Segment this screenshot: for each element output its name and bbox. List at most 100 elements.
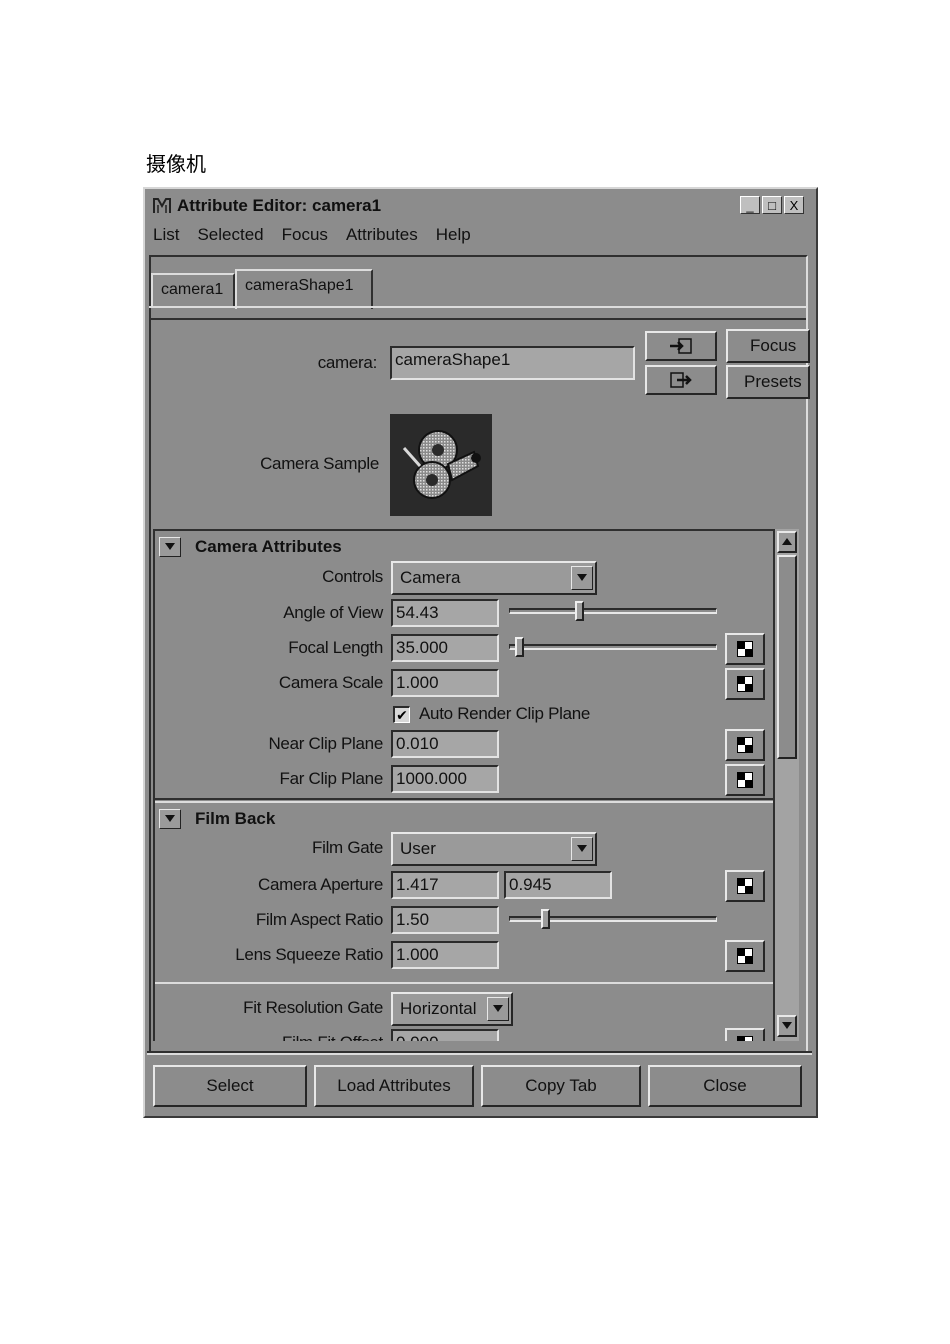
film-fit-offset-label: Film Fit Offset	[175, 1033, 383, 1041]
window-title: Attribute Editor: camera1	[177, 196, 382, 215]
far-clip-label: Far Clip Plane	[279, 769, 383, 788]
maya-logo-icon	[151, 196, 173, 216]
camera-scale-label: Camera Scale	[278, 673, 383, 692]
camera-name-label: camera:	[317, 353, 378, 372]
slider-thumb[interactable]	[515, 637, 524, 657]
collapse-arrow-icon[interactable]	[159, 537, 181, 557]
scroll-up-button[interactable]	[777, 531, 797, 553]
output-connection-icon	[670, 372, 692, 388]
tab-camera1[interactable]: camera1	[151, 273, 235, 306]
focal-length-field[interactable]: 35.000	[391, 634, 499, 662]
copy-tab-label: Copy Tab	[525, 1076, 597, 1095]
select-output-button[interactable]	[645, 365, 717, 395]
tab-camerashape1[interactable]: cameraShape1	[235, 269, 373, 309]
camera-name-field[interactable]: cameraShape1	[390, 346, 635, 380]
close-button-label: Close	[703, 1076, 747, 1095]
camera-aperture-x-field[interactable]: 1.417	[391, 871, 499, 899]
menu-attributes[interactable]: Attributes	[346, 225, 418, 247]
far-clip-map-button[interactable]	[725, 764, 765, 796]
load-attributes-label: Load Attributes	[337, 1076, 451, 1095]
minimize-icon: _	[746, 197, 754, 213]
maximize-icon: □	[768, 197, 776, 213]
film-gate-dropdown[interactable]: User	[391, 832, 597, 866]
lens-squeeze-ratio-map-button[interactable]	[725, 940, 765, 972]
film-aspect-ratio-field[interactable]: 1.50	[391, 906, 499, 934]
collapse-arrow-icon[interactable]	[159, 809, 181, 829]
dropdown-value: Camera	[400, 568, 461, 587]
menu-selected[interactable]: Selected	[197, 225, 263, 247]
presets-button-label: Presets	[744, 372, 802, 391]
chevron-down-icon	[571, 837, 593, 861]
auto-render-clip-checkbox[interactable]: ✔	[393, 706, 410, 723]
section-divider	[155, 801, 775, 803]
focal-length-slider[interactable]	[509, 637, 717, 657]
tab-label: cameraShape1	[245, 277, 354, 294]
minimize-button[interactable]: _	[740, 196, 760, 214]
film-fit-offset-field[interactable]: 0.000	[391, 1029, 499, 1041]
chevron-down-icon	[487, 997, 509, 1021]
checkmark-icon: ✔	[396, 706, 408, 723]
film-back-header[interactable]: Film Back	[157, 805, 275, 833]
title-bar[interactable]: Attribute Editor: camera1 _ □ X	[145, 189, 816, 223]
dropdown-value: User	[400, 839, 436, 858]
button-bar-divider	[147, 1051, 812, 1055]
film-aspect-ratio-slider[interactable]	[509, 909, 717, 929]
far-clip-field[interactable]: 1000.000	[391, 765, 499, 793]
film-aspect-ratio-label: Film Aspect Ratio	[255, 910, 383, 929]
section-divider	[155, 982, 775, 984]
camera-scale-field[interactable]: 1.000	[391, 669, 499, 697]
lens-squeeze-ratio-label: Lens Squeeze Ratio	[235, 945, 383, 964]
texture-map-icon	[737, 1036, 753, 1041]
slider-thumb[interactable]	[575, 601, 584, 621]
texture-map-icon	[737, 948, 753, 964]
film-fit-offset-map-button[interactable]	[725, 1028, 765, 1041]
camera-aperture-map-button[interactable]	[725, 870, 765, 902]
load-attributes-button[interactable]: Load Attributes	[314, 1065, 474, 1107]
menu-bar: List Selected Focus Attributes Help	[153, 225, 489, 247]
focus-button[interactable]: Focus	[726, 329, 810, 363]
vertical-scrollbar[interactable]	[773, 529, 799, 1041]
focus-button-label: Focus	[750, 336, 797, 355]
controls-label: Controls	[322, 567, 383, 586]
film-gate-label: Film Gate	[312, 838, 383, 857]
camera-sample-image	[390, 414, 492, 516]
angle-of-view-label: Angle of View	[283, 603, 383, 622]
near-clip-label: Near Clip Plane	[268, 734, 383, 753]
slider-track	[509, 608, 717, 614]
texture-map-icon	[737, 676, 753, 692]
slider-thumb[interactable]	[541, 909, 550, 929]
select-input-button[interactable]	[645, 331, 717, 361]
controls-dropdown[interactable]: Camera	[391, 561, 597, 595]
camera-aperture-y-field[interactable]: 0.945	[504, 871, 612, 899]
near-clip-field[interactable]: 0.010	[391, 730, 499, 758]
input-connection-icon	[670, 338, 692, 354]
scroll-down-button[interactable]	[777, 1015, 797, 1037]
camera-sample-icon	[402, 430, 481, 499]
slider-track	[509, 644, 717, 650]
texture-map-icon	[737, 737, 753, 753]
angle-of-view-field[interactable]: 54.43	[391, 599, 499, 627]
presets-button[interactable]: Presets	[726, 365, 810, 399]
focal-length-map-button[interactable]	[725, 633, 765, 665]
maximize-button[interactable]: □	[762, 196, 782, 214]
menu-list[interactable]: List	[153, 225, 179, 247]
copy-tab-button[interactable]: Copy Tab	[481, 1065, 641, 1107]
dropdown-value: Horizontal	[400, 999, 477, 1018]
lens-squeeze-ratio-field[interactable]: 1.000	[391, 941, 499, 969]
close-window-button[interactable]: X	[784, 196, 804, 214]
select-button[interactable]: Select	[153, 1065, 307, 1107]
menu-focus[interactable]: Focus	[282, 225, 328, 247]
section-divider	[155, 798, 775, 800]
angle-of-view-slider[interactable]	[509, 601, 717, 621]
camera-scale-map-button[interactable]	[725, 668, 765, 700]
texture-map-icon	[737, 641, 753, 657]
tab-divider	[149, 306, 806, 320]
close-button[interactable]: Close	[648, 1065, 802, 1107]
arrow-up-icon	[782, 538, 792, 545]
attributes-scroll-area[interactable]: Camera Attributes Controls Camera Angle …	[153, 529, 777, 1041]
near-clip-map-button[interactable]	[725, 729, 765, 761]
camera-attributes-header[interactable]: Camera Attributes	[157, 533, 342, 561]
fit-resolution-gate-dropdown[interactable]: Horizontal	[391, 992, 513, 1026]
menu-help[interactable]: Help	[436, 225, 471, 247]
scroll-thumb[interactable]	[777, 555, 797, 759]
